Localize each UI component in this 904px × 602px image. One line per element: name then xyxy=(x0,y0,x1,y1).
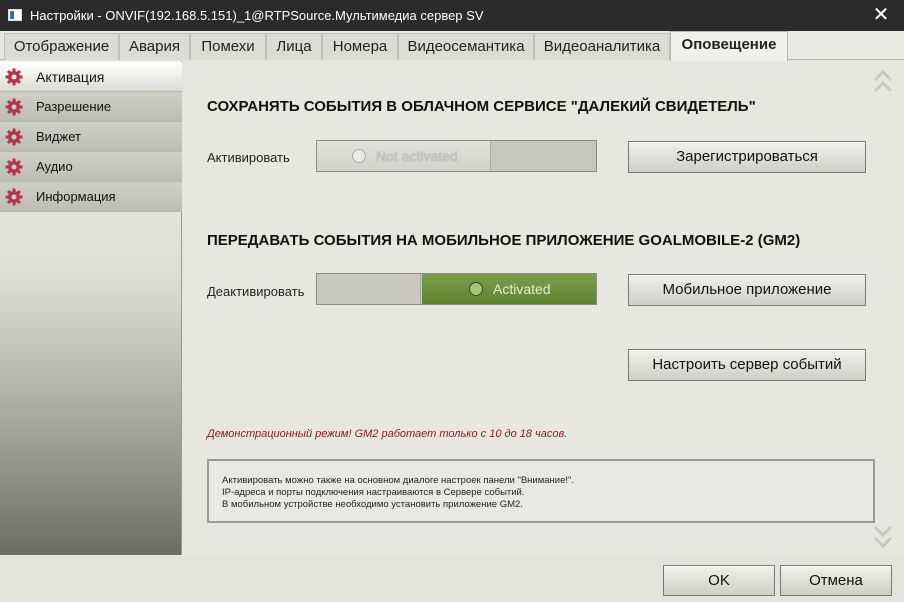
status-led-icon xyxy=(352,149,366,163)
sidebar-item-information[interactable]: Информация xyxy=(0,182,182,212)
tab-notification[interactable]: Оповещение xyxy=(670,31,788,61)
info-box: Активировать можно также на основном диа… xyxy=(207,459,875,523)
info-line: IP-адреса и порты подключения настраиваю… xyxy=(222,487,525,498)
sidebar-item-activation[interactable]: Активация xyxy=(0,62,182,92)
close-icon[interactable]: ✕ xyxy=(858,0,904,31)
title-bar: Настройки - ONVIF(192.168.5.151)_1@RTPSo… xyxy=(0,0,904,31)
gear-icon xyxy=(5,158,23,176)
window-title: Настройки - ONVIF(192.168.5.151)_1@RTPSo… xyxy=(30,8,484,23)
tab-interference[interactable]: Помехи xyxy=(190,33,266,60)
cloud-toggle-text: Not activated xyxy=(376,148,458,164)
tab-plates[interactable]: Номера xyxy=(322,33,398,60)
ok-button[interactable]: OK xyxy=(663,565,775,596)
sidebar-item-label: Активация xyxy=(36,69,105,85)
tab-faces[interactable]: Лица xyxy=(266,33,322,60)
dialog-footer: OK Отмена xyxy=(0,555,904,602)
status-led-icon xyxy=(469,282,483,296)
sidebar-item-label: Виджет xyxy=(36,129,81,144)
sidebar-item-widget[interactable]: Виджет xyxy=(0,122,182,152)
register-button[interactable]: Зарегистрироваться xyxy=(628,141,866,173)
gear-icon xyxy=(5,68,23,86)
sidebar-item-label: Аудио xyxy=(36,159,73,174)
demo-mode-note: Демонстрационный режим! GM2 работает тол… xyxy=(207,428,568,440)
mobile-toggle-text: Activated xyxy=(493,281,551,297)
cloud-activation-toggle[interactable]: Not activated xyxy=(316,140,597,172)
mobile-activation-toggle[interactable]: Activated xyxy=(316,273,597,305)
cloud-activate-label: Активировать xyxy=(207,150,290,165)
gear-icon xyxy=(5,128,23,146)
toggle-segment-empty xyxy=(317,274,421,304)
sidebar-item-audio[interactable]: Аудио xyxy=(0,152,182,182)
tab-video-analytics[interactable]: Видеоаналитика xyxy=(534,33,670,60)
sidebar: Активация Разрешение Виджет Аудио Информ… xyxy=(0,61,182,555)
sidebar-item-permission[interactable]: Разрешение xyxy=(0,92,182,122)
tab-video-semantics[interactable]: Видеосемантика xyxy=(398,33,534,60)
gear-icon xyxy=(5,98,23,116)
gear-icon xyxy=(5,188,23,206)
mobile-section-title: ПЕРЕДАВАТЬ СОБЫТИЯ НА МОБИЛЬНОЕ ПРИЛОЖЕН… xyxy=(207,232,801,249)
info-line: В мобильном устройстве необходимо устано… xyxy=(222,499,523,510)
scroll-up-icon[interactable] xyxy=(872,67,894,97)
toggle-segment-empty xyxy=(492,141,596,171)
app-window-icon xyxy=(8,9,22,21)
tab-alarm[interactable]: Авария xyxy=(119,33,190,60)
sidebar-item-label: Разрешение xyxy=(36,99,112,114)
configure-event-server-button[interactable]: Настроить сервер событий xyxy=(628,349,866,381)
info-line: Активировать можно также на основном диа… xyxy=(222,475,575,486)
cancel-button[interactable]: Отмена xyxy=(780,565,892,596)
tab-display[interactable]: Отображение xyxy=(4,33,119,60)
mobile-deactivate-label: Деактивировать xyxy=(207,284,305,299)
scroll-down-icon[interactable] xyxy=(872,521,894,551)
sidebar-item-label: Информация xyxy=(36,189,116,204)
settings-panel: СОХРАНЯТЬ СОБЫТИЯ В ОБЛАЧНОМ СЕРВИСЕ "ДА… xyxy=(183,61,904,555)
cloud-section-title: СОХРАНЯТЬ СОБЫТИЯ В ОБЛАЧНОМ СЕРВИСЕ "ДА… xyxy=(207,98,756,115)
tab-bar: Отображение Авария Помехи Лица Номера Ви… xyxy=(0,31,904,61)
mobile-app-button[interactable]: Мобильное приложение xyxy=(628,274,866,306)
